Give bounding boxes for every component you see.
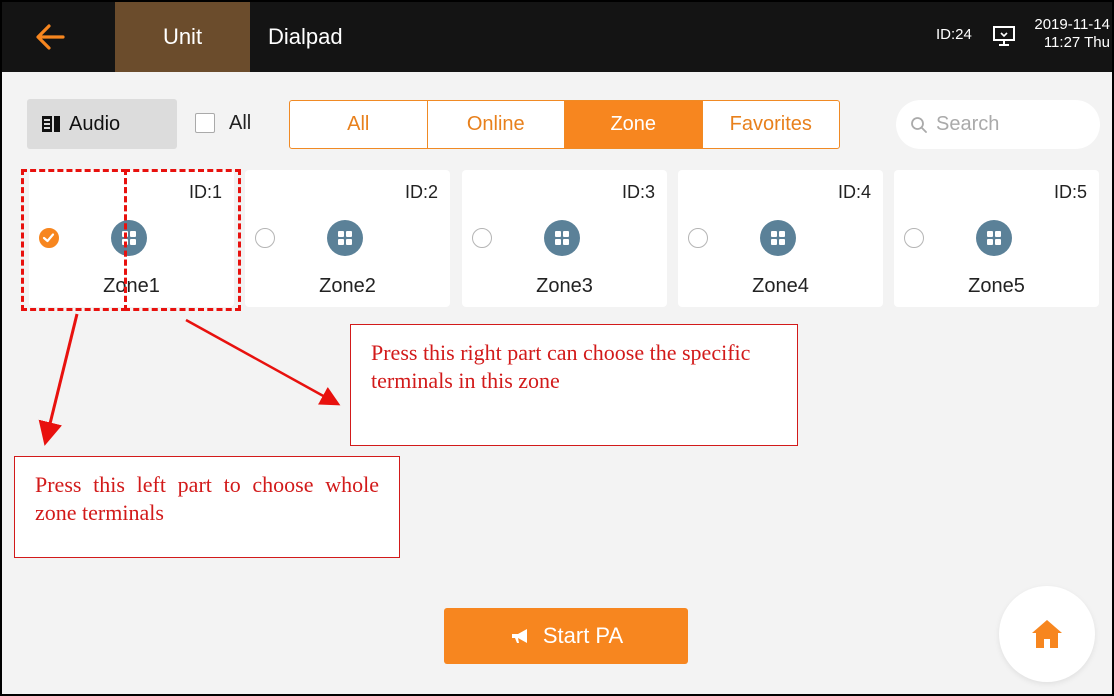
start-pa-button[interactable]: Start PA — [444, 608, 688, 664]
start-pa-label: Start PA — [542, 623, 624, 648]
left-part-note: Press this left part to choose whole zon… — [14, 456, 400, 558]
home-icon — [1032, 620, 1062, 648]
right-part-note: Press this right part can choose the spe… — [350, 324, 798, 446]
megaphone-icon — [511, 629, 527, 643]
app-window: Unit Dialpad ID:24 2019-11-14 11:27 Thu … — [0, 0, 1114, 696]
arrow-to-right-note — [185, 318, 341, 406]
home-button[interactable] — [999, 586, 1095, 682]
arrow-to-left-note — [38, 313, 79, 446]
